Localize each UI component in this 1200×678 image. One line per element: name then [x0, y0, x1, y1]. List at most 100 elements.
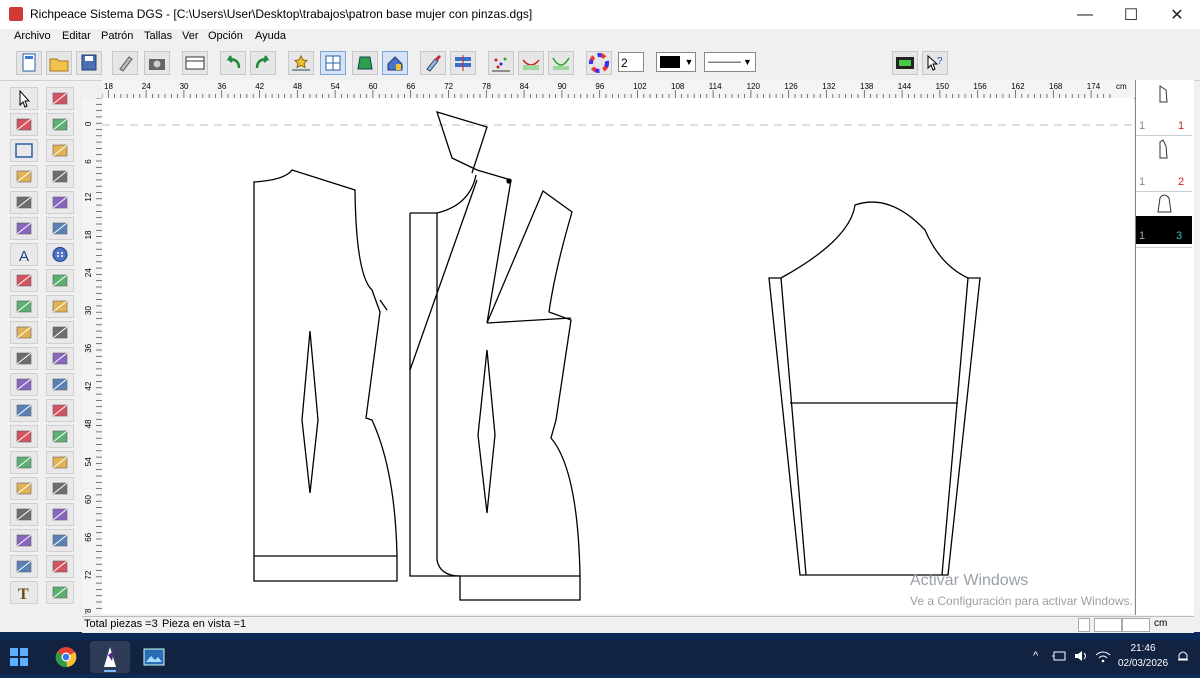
- stitch-lines-icon: [16, 534, 32, 547]
- chevron-up-icon[interactable]: ^: [1033, 650, 1038, 662]
- photos-app-icon[interactable]: [143, 647, 165, 667]
- line-width-input[interactable]: 2: [618, 52, 644, 72]
- help-button[interactable]: ?: [922, 51, 948, 75]
- piece-thumbnail[interactable]: 1 2: [1136, 136, 1192, 192]
- open-file-button[interactable]: [46, 51, 72, 75]
- dashed-shape-tool-button[interactable]: [46, 139, 74, 162]
- scissors-notch-tool-button[interactable]: [10, 503, 38, 526]
- blue-piece-tool-button[interactable]: [46, 165, 74, 188]
- minimize-button[interactable]: —: [1062, 0, 1108, 29]
- measure-bar-tool-button[interactable]: [46, 217, 74, 240]
- stitch-lines-tool-button[interactable]: [10, 529, 38, 552]
- jacket-green-icon: [52, 482, 68, 495]
- blue-arrow-tool-button[interactable]: [46, 373, 74, 396]
- ruler-red-tool-button[interactable]: [46, 425, 74, 448]
- menu-patron[interactable]: Patrón: [101, 30, 133, 42]
- plot-button[interactable]: [182, 51, 208, 75]
- clock-time[interactable]: 21:46: [1116, 643, 1170, 654]
- close-button[interactable]: ✕: [1154, 0, 1200, 29]
- scissors-blue-tool-button[interactable]: [10, 269, 38, 292]
- text-t-tool-button[interactable]: T: [10, 581, 38, 604]
- maximize-button[interactable]: ☐: [1108, 0, 1154, 29]
- piece-thumb-icon: [1157, 194, 1172, 213]
- layout-button[interactable]: [450, 51, 476, 75]
- menu-opcion[interactable]: Opción: [208, 30, 243, 42]
- tape-measure-tool-button[interactable]: [10, 451, 38, 474]
- notification-bell-icon[interactable]: [1176, 649, 1190, 663]
- select-box-tool-button[interactable]: [46, 87, 74, 110]
- blue-pocket-tool-button[interactable]: [46, 503, 74, 526]
- piece-thumbnail-selected[interactable]: 1 3: [1136, 192, 1192, 248]
- red-dash-tool-button[interactable]: [46, 347, 74, 370]
- grid-view-button[interactable]: [320, 51, 346, 75]
- house-piece-button[interactable]: [382, 51, 408, 75]
- list-grid-tool-button[interactable]: [10, 555, 38, 578]
- curve-green-button[interactable]: [548, 51, 574, 75]
- green-grid-tool-button[interactable]: [46, 191, 74, 214]
- jacket-green-tool-button[interactable]: [46, 477, 74, 500]
- trapezoid-grid-tool-button[interactable]: [46, 295, 74, 318]
- menu-ver[interactable]: Ver: [182, 30, 199, 42]
- green-figure-tool-button[interactable]: [10, 347, 38, 370]
- chevron-down-icon: ▼: [743, 57, 752, 67]
- rectangle-tool-button[interactable]: [10, 139, 38, 162]
- scissors-cross-tool-button[interactable]: [10, 191, 38, 214]
- measure-tool-button[interactable]: [288, 51, 314, 75]
- film-button[interactable]: [892, 51, 918, 75]
- points-button[interactable]: [488, 51, 514, 75]
- new-file-button[interactable]: [16, 51, 42, 75]
- speaker-icon[interactable]: [1073, 649, 1089, 663]
- link-chain-tool-button[interactable]: [10, 217, 38, 240]
- red-grid-tool-button[interactable]: [46, 269, 74, 292]
- ruler-pencil-icon: [16, 300, 32, 313]
- menu-archivo[interactable]: Archivo: [14, 30, 51, 42]
- triangle-tool-tool-button[interactable]: [10, 477, 38, 500]
- pattern-canvas[interactable]: Activar Windows Ve a Configuración para …: [102, 98, 1134, 614]
- svg-text:A: A: [19, 248, 29, 265]
- menu-editar[interactable]: Editar: [62, 30, 91, 42]
- color-wheel-button[interactable]: [586, 51, 612, 75]
- clock-date[interactable]: 02/03/2026: [1113, 658, 1173, 669]
- letter-a-tool-button[interactable]: A: [10, 243, 38, 266]
- line-style-dropdown[interactable]: ——— ▼: [704, 52, 756, 72]
- ruler-tick-label: 114: [709, 82, 722, 91]
- blue-figure-tool-button[interactable]: [46, 529, 74, 552]
- dotted-piece-tool-button[interactable]: [46, 555, 74, 578]
- piece-thumbnail[interactable]: 1 1: [1136, 80, 1192, 136]
- vertical-ruler-scale: 0 6 12 18 24 30 36 42 48 54 60 66 72 78: [84, 98, 102, 614]
- sleeve-piece[interactable]: [768, 201, 981, 576]
- blue-spiral-tool-button[interactable]: [10, 425, 38, 448]
- snap-grid-icon[interactable]: [1078, 618, 1090, 632]
- button-circle-tool-button[interactable]: [46, 243, 74, 266]
- blue-skirt-tool-button[interactable]: [10, 399, 38, 422]
- blue-panel-tool-button[interactable]: [10, 373, 38, 396]
- front-bodice-piece[interactable]: [409, 111, 581, 601]
- menu-ayuda[interactable]: Ayuda: [255, 30, 286, 42]
- tent-piece-tool-button[interactable]: [46, 581, 74, 604]
- ruler-pencil-tool-button[interactable]: [10, 295, 38, 318]
- save-button[interactable]: [76, 51, 102, 75]
- undo-button[interactable]: [220, 51, 246, 75]
- digitize-button[interactable]: [112, 51, 138, 75]
- shirt-pocket-tool-button[interactable]: [46, 113, 74, 136]
- wifi-icon[interactable]: [1095, 649, 1111, 663]
- chrome-browser-icon[interactable]: [55, 646, 77, 668]
- scan-button[interactable]: [144, 51, 170, 75]
- select-arrow-tool-button[interactable]: [10, 87, 38, 110]
- fill-piece-button[interactable]: [352, 51, 378, 75]
- brush-button[interactable]: [420, 51, 446, 75]
- angle-ruler-tool-button[interactable]: [10, 165, 38, 188]
- curve-button[interactable]: [518, 51, 544, 75]
- green-bag-tool-button[interactable]: [10, 321, 38, 344]
- menu-tallas[interactable]: Tallas: [144, 30, 172, 42]
- redo-button[interactable]: [250, 51, 276, 75]
- pencil-tool-button[interactable]: [10, 113, 38, 136]
- back-bodice-piece[interactable]: [253, 169, 398, 582]
- start-windows-icon[interactable]: [10, 648, 28, 666]
- color-dropdown[interactable]: ▼: [656, 52, 696, 72]
- richpeace-taskbar-item[interactable]: [90, 641, 130, 673]
- blue-frame-tool-button[interactable]: [46, 321, 74, 344]
- blue-square-tool-button[interactable]: [46, 451, 74, 474]
- pants-figure-tool-button[interactable]: [46, 399, 74, 422]
- battery-plug-icon[interactable]: [1052, 649, 1068, 663]
